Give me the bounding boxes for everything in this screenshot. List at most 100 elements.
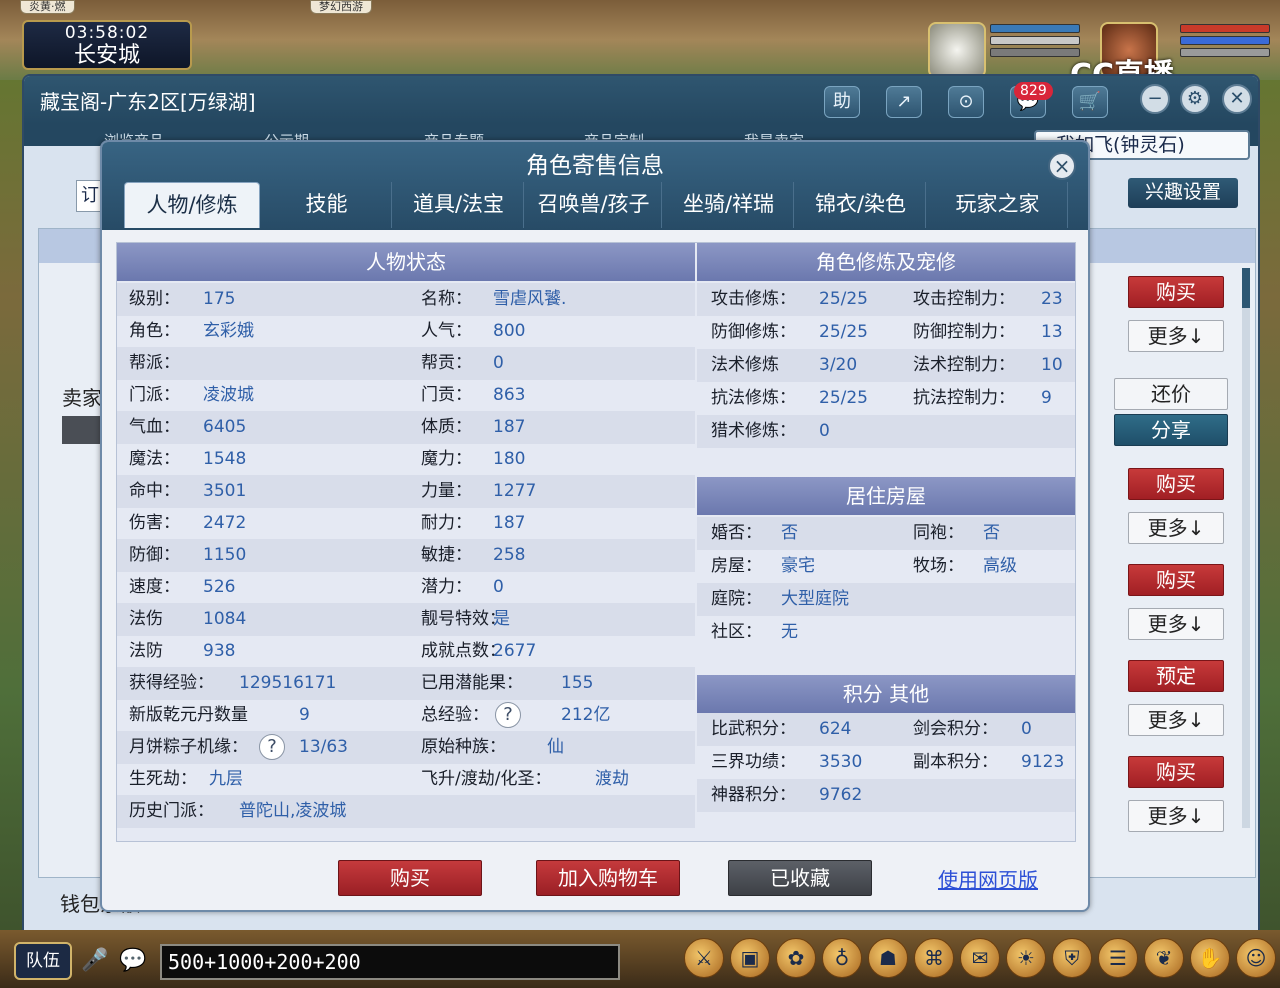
character-status-row: 命中： 3501 力量： 1277 xyxy=(117,475,695,508)
character-status-value: 1084 xyxy=(203,609,247,629)
role-sale-info-modal: 角色寄售信息 × 人物/修炼 技能 道具/法宝 召唤兽/孩子 坐骑/祥瑞 锦衣/… xyxy=(100,140,1090,912)
add-to-cart-button[interactable]: 加入购物车 xyxy=(536,860,680,896)
shop-title: 藏宝阁-广东2区[万绿湖] xyxy=(40,90,256,114)
peach-icon[interactable]: ❦ xyxy=(1144,938,1184,978)
housing-value: 豪宅 xyxy=(781,556,815,576)
cultivation-label: 法术修炼 xyxy=(711,355,779,375)
character-status-row: 速度： 526 潜力： 0 xyxy=(117,571,695,604)
scrollbar-thumb[interactable] xyxy=(1242,268,1250,308)
lantern-icon[interactable]: ☀ xyxy=(1006,938,1046,978)
character-status-value: 155 xyxy=(561,673,594,693)
more-button-2[interactable]: 更多↓ xyxy=(1128,512,1224,544)
character-status-value: 九层 xyxy=(209,769,243,789)
help-question-icon[interactable]: ? xyxy=(495,702,521,728)
points-label: 剑会积分： xyxy=(913,719,998,739)
microphone-icon[interactable]: 🎤 xyxy=(80,944,110,978)
chat-input[interactable]: 500+1000+200+200 xyxy=(160,944,620,980)
more-button-5[interactable]: 更多↓ xyxy=(1128,800,1224,832)
character-status-value: 1150 xyxy=(203,545,247,565)
share-arrow-icon[interactable]: ↗ xyxy=(886,86,922,118)
tab-outfits[interactable]: 锦衣/染色 xyxy=(796,182,926,228)
buy-button-3[interactable]: 购买 xyxy=(1128,564,1224,596)
close-window-icon[interactable]: ✕ xyxy=(1222,84,1252,114)
character-status-label: 魔力： xyxy=(421,449,472,469)
character-status-row: 门派： 凌波城 门贡： 863 xyxy=(117,379,695,412)
housing-row: 房屋： 豪宅 牧场： 高级 xyxy=(697,550,1075,583)
share-button[interactable]: 分享 xyxy=(1114,414,1228,446)
buy-button-4[interactable]: 购买 xyxy=(1128,756,1224,788)
more-button-1[interactable]: 更多↓ xyxy=(1128,320,1224,352)
points-value: 9123 xyxy=(1021,752,1065,772)
reserve-button[interactable]: 预定 xyxy=(1128,660,1224,692)
housing-value: 否 xyxy=(983,523,1000,543)
cultivation-row: 防御修炼： 25/25 防御控制力： 13 xyxy=(697,316,1075,349)
speech-bubble-icon[interactable]: 💬 xyxy=(118,944,148,978)
sword-icon[interactable]: ⚔ xyxy=(684,938,724,978)
character-status-value: 2677 xyxy=(493,641,537,661)
record-icon[interactable]: ⊙ xyxy=(948,86,984,118)
character-status-label: 月饼粽子机缘： xyxy=(129,737,248,757)
buy-button-2[interactable]: 购买 xyxy=(1128,468,1224,500)
more-button-4[interactable]: 更多↓ xyxy=(1128,704,1224,736)
character-status-label: 生死劫： xyxy=(129,769,197,789)
points-row: 神器积分： 9762 xyxy=(697,779,1075,812)
cultivation-label: 防御修炼： xyxy=(711,322,796,342)
tab-skills[interactable]: 技能 xyxy=(262,182,392,228)
game-window-tab-1[interactable]: 炎黄·燃 xyxy=(20,0,75,14)
tab-mounts[interactable]: 坐骑/祥瑞 xyxy=(664,182,794,228)
listing-scrollbar[interactable] xyxy=(1242,268,1250,828)
gourd-icon[interactable]: ♁ xyxy=(822,938,862,978)
cultivation-label: 抗法修炼： xyxy=(711,388,796,408)
minimize-icon[interactable]: − xyxy=(1140,84,1170,114)
help-question-icon[interactable]: ? xyxy=(259,734,285,760)
character-status-label: 防御： xyxy=(129,545,180,565)
handshake-icon[interactable]: ✋ xyxy=(1190,938,1230,978)
cultivation-label: 法术控制力： xyxy=(913,355,1015,375)
character-status-value: 1548 xyxy=(203,449,247,469)
character-status-value: 0 xyxy=(493,353,504,373)
modal-buy-button[interactable]: 购买 xyxy=(338,860,482,896)
game-window-tab-2[interactable]: 梦幻西游 xyxy=(310,0,372,14)
map-icon[interactable]: ⌘ xyxy=(914,938,954,978)
interest-settings-button[interactable]: 兴趣设置 xyxy=(1128,178,1238,208)
book-icon[interactable]: ☰ xyxy=(1098,938,1138,978)
character-status-label: 帮派： xyxy=(129,353,180,373)
character-status-value: 3501 xyxy=(203,481,247,501)
housing-value: 大型庭院 xyxy=(781,589,849,609)
smiley-icon[interactable]: ☺ xyxy=(1236,938,1276,978)
chest-icon[interactable]: ▣ xyxy=(730,938,770,978)
character-status-label: 耐力： xyxy=(421,513,472,533)
modal-body: 人物状态 级别： 175 名称： 雪虐风饕. 角色： 玄彩娥 人气： 800 帮派： 帮贡： 0 门派… xyxy=(116,242,1076,842)
section-character-status: 人物状态 xyxy=(117,243,695,281)
character-status-value: 普陀山,凌波城 xyxy=(239,801,347,821)
tab-pets[interactable]: 召唤兽/孩子 xyxy=(526,182,662,228)
character-status-row: 防御： 1150 敏捷： 258 xyxy=(117,539,695,572)
shield-icon[interactable]: ⛨ xyxy=(1052,938,1092,978)
help-button[interactable]: 助 xyxy=(824,86,860,118)
team-icon[interactable]: ☗ xyxy=(868,938,908,978)
more-button-3[interactable]: 更多↓ xyxy=(1128,608,1224,640)
cultivation-label: 攻击控制力： xyxy=(913,289,1015,309)
scroll-icon[interactable]: ✉ xyxy=(960,938,1000,978)
modal-close-icon[interactable]: × xyxy=(1048,152,1076,180)
favorited-button[interactable]: 已收藏 xyxy=(728,860,872,896)
pet-portrait[interactable] xyxy=(928,22,986,78)
tab-player-home[interactable]: 玩家之家 xyxy=(928,182,1068,228)
character-status-value: 6405 xyxy=(203,417,247,437)
character-status-row: 生死劫： 九层 飞升/渡劫/化圣： 渡劫 xyxy=(117,763,695,796)
use-web-version-link[interactable]: 使用网页版 xyxy=(938,864,1038,893)
housing-row: 庭院： 大型庭院 xyxy=(697,583,1075,616)
buy-button-1[interactable]: 购买 xyxy=(1128,276,1224,308)
team-button[interactable]: 队伍 xyxy=(14,942,72,980)
settings-gear-icon[interactable]: ⚙ xyxy=(1180,84,1210,114)
character-status-value: 是 xyxy=(493,609,510,629)
housing-value: 无 xyxy=(781,622,798,642)
pet-icon[interactable]: ✿ xyxy=(776,938,816,978)
tab-character-cultivation[interactable]: 人物/修炼 xyxy=(124,182,260,228)
cart-icon[interactable]: 🛒 xyxy=(1072,86,1108,118)
character-status-row: 法伤 1084 靓号特效：是 xyxy=(117,603,695,636)
character-status-label: 伤害： xyxy=(129,513,180,533)
tab-items[interactable]: 道具/法宝 xyxy=(394,182,524,228)
bargain-button[interactable]: 还价 xyxy=(1114,378,1228,410)
cultivation-label: 抗法控制力： xyxy=(913,388,1015,408)
